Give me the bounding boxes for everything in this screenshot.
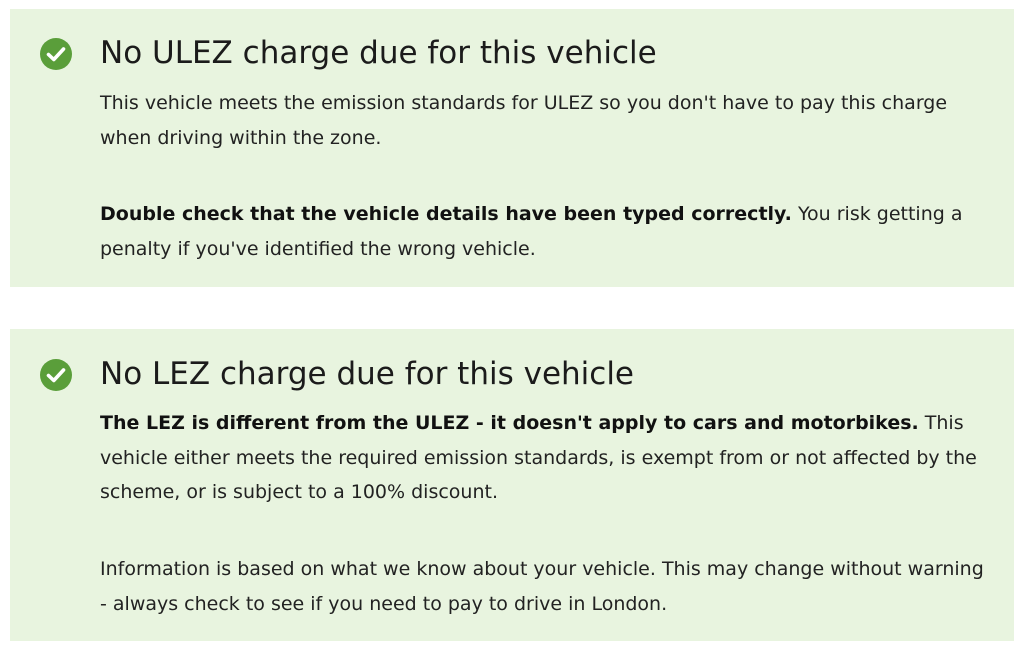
check-circle-icon xyxy=(40,359,72,391)
ulez-result-panel: No ULEZ charge due for this vehicle This… xyxy=(10,9,1014,287)
check-circle-icon xyxy=(40,38,72,70)
lez-description: The LEZ is different from the ULEZ - it … xyxy=(100,406,990,510)
lez-title: No LEZ charge due for this vehicle xyxy=(100,356,635,392)
lez-info-note: Information is based on what we know abo… xyxy=(100,558,984,615)
ulez-title: No ULEZ charge due for this vehicle xyxy=(100,35,657,71)
lez-description-emphasis: The LEZ is different from the ULEZ - it … xyxy=(100,412,919,434)
ulez-description: This vehicle meets the emission standard… xyxy=(100,92,948,149)
ulez-warning: Double check that the vehicle details ha… xyxy=(100,197,990,266)
lez-result-panel: No LEZ charge due for this vehicle The L… xyxy=(10,329,1014,641)
ulez-warning-emphasis: Double check that the vehicle details ha… xyxy=(100,203,792,225)
